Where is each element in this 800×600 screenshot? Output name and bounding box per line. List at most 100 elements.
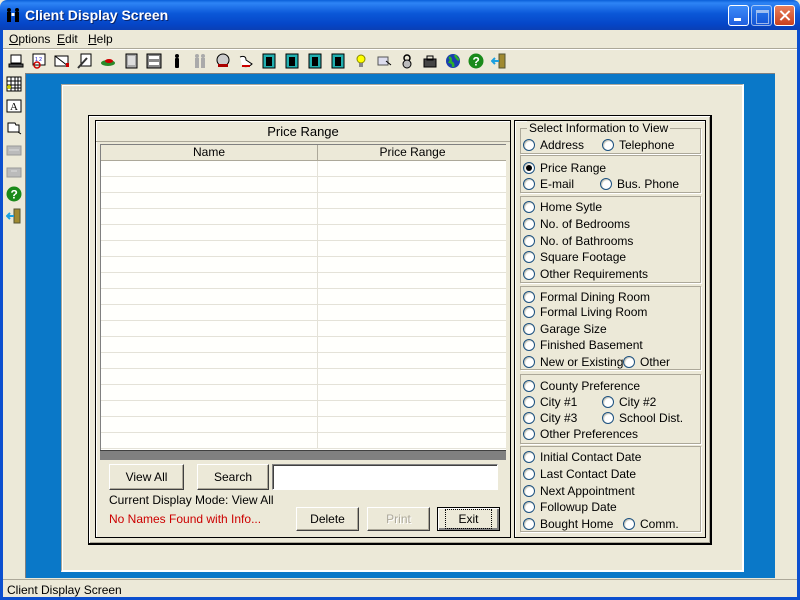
help-icon[interactable]: ?	[5, 185, 23, 203]
search-button[interactable]: Search	[197, 464, 269, 490]
table-row[interactable]	[101, 401, 506, 417]
status-bar: Client Display Screen	[3, 579, 797, 597]
document-icon[interactable]	[122, 52, 140, 70]
radio-address[interactable]: Address	[523, 138, 584, 152]
menu-help[interactable]: Help	[88, 32, 113, 46]
radio-other-preferences[interactable]: Other Preferences	[523, 427, 638, 441]
radio-formal-living-room[interactable]: Formal Living Room	[523, 305, 647, 319]
menu-edit[interactable]: Edit	[57, 32, 78, 46]
computer-icon[interactable]	[7, 52, 25, 70]
lightbulb-icon[interactable]	[352, 52, 370, 70]
maximize-button[interactable]	[751, 5, 772, 26]
view-all-button[interactable]: View All	[109, 464, 184, 490]
radio-comm[interactable]: Comm.	[623, 517, 679, 531]
radio-no-of-bedrooms[interactable]: No. of Bedrooms	[523, 217, 630, 231]
cell-name	[101, 433, 318, 448]
table-row[interactable]	[101, 241, 506, 257]
radio-city-2[interactable]: City #2	[602, 395, 656, 409]
radio-next-appointment[interactable]: Next Appointment	[523, 484, 635, 498]
radio-city-1[interactable]: City #1	[523, 395, 577, 409]
minimize-button[interactable]	[728, 5, 749, 26]
radio-other-requirements[interactable]: Other Requirements	[523, 267, 648, 281]
column-header-name[interactable]: Name	[101, 145, 318, 161]
radio-formal-dining-room[interactable]: Formal Dining Room	[523, 290, 650, 304]
table-row[interactable]	[101, 225, 506, 241]
column-header-price-range[interactable]: Price Range	[318, 145, 506, 161]
svg-text:?: ?	[11, 188, 18, 202]
globe-icon[interactable]	[444, 52, 462, 70]
radio-city-3[interactable]: City #3	[523, 411, 577, 425]
briefcase-icon[interactable]	[421, 52, 439, 70]
help-icon[interactable]: ?	[467, 52, 485, 70]
radio-circle-icon	[523, 451, 535, 463]
radio-bought-home[interactable]: Bought Home	[523, 517, 613, 531]
radio-telephone[interactable]: Telephone	[602, 138, 674, 152]
hand-icon[interactable]	[237, 52, 255, 70]
table-row[interactable]	[101, 177, 506, 193]
table-row[interactable]	[101, 321, 506, 337]
radio-other[interactable]: Other	[623, 355, 670, 369]
radio-e-mail[interactable]: E-mail	[523, 177, 574, 191]
table-row[interactable]	[101, 289, 506, 305]
search-input[interactable]	[272, 464, 498, 490]
building-icon[interactable]	[329, 52, 347, 70]
table-row[interactable]	[101, 193, 506, 209]
radio-home-sytle[interactable]: Home Sytle	[523, 200, 602, 214]
menu-options[interactable]: Options	[9, 32, 50, 46]
cell-name	[101, 177, 318, 192]
table-row[interactable]	[101, 257, 506, 273]
house-icon[interactable]	[214, 52, 232, 70]
client-grid[interactable]: Name Price Range	[100, 144, 506, 450]
table-row[interactable]	[101, 337, 506, 353]
building-icon[interactable]	[306, 52, 324, 70]
table-row[interactable]	[101, 209, 506, 225]
envelope-icon[interactable]	[53, 52, 71, 70]
table-row[interactable]	[101, 273, 506, 289]
table-row[interactable]	[101, 433, 506, 449]
table-row[interactable]	[101, 305, 506, 321]
money-icon[interactable]	[99, 52, 117, 70]
lock-icon[interactable]	[398, 52, 416, 70]
radio-label: Bus. Phone	[617, 177, 680, 191]
radio-square-footage[interactable]: Square Footage	[523, 250, 626, 264]
table-row[interactable]	[101, 161, 506, 177]
radio-label: Square Footage	[540, 250, 627, 264]
building-icon[interactable]	[260, 52, 278, 70]
map-icon[interactable]	[375, 52, 393, 70]
folder-icon[interactable]	[5, 119, 23, 137]
radio-followup-date[interactable]: Followup Date	[523, 500, 617, 514]
radio-no-of-bathrooms[interactable]: No. of Bathrooms	[523, 234, 633, 248]
radio-initial-contact-date[interactable]: Initial Contact Date	[523, 450, 641, 464]
notepad-icon[interactable]	[76, 52, 94, 70]
radio-circle-icon	[602, 412, 614, 424]
person-icon[interactable]	[168, 52, 186, 70]
radio-price-range[interactable]: Price Range	[523, 161, 606, 175]
radio-label: Finished Basement	[540, 338, 643, 352]
status-bar-text: Client Display Screen	[7, 583, 122, 597]
fax-icon[interactable]	[145, 52, 163, 70]
exit-button[interactable]: Exit	[437, 507, 500, 531]
building-icon[interactable]	[283, 52, 301, 70]
table-row[interactable]	[101, 369, 506, 385]
radio-last-contact-date[interactable]: Last Contact Date	[523, 467, 636, 481]
radio-bus-phone[interactable]: Bus. Phone	[600, 177, 679, 191]
radio-garage-size[interactable]: Garage Size	[523, 322, 607, 336]
radio-new-or-existing[interactable]: New or Existing	[523, 355, 623, 369]
table-row[interactable]	[101, 385, 506, 401]
radio-county-preference[interactable]: County Preference	[523, 379, 640, 393]
grid-icon[interactable]	[5, 75, 23, 93]
table-row[interactable]	[101, 353, 506, 369]
close-button[interactable]	[774, 5, 795, 26]
cell-price-range	[318, 209, 506, 224]
delete-button[interactable]: Delete	[296, 507, 359, 531]
exit-door-icon[interactable]	[490, 52, 508, 70]
calendar-icon[interactable]: 1 2	[30, 52, 48, 70]
radio-finished-basement[interactable]: Finished Basement	[523, 338, 643, 352]
cell-price-range	[318, 273, 506, 288]
exit-door-icon[interactable]	[5, 207, 23, 225]
title-bar[interactable]: Client Display Screen	[0, 0, 800, 30]
table-row[interactable]	[101, 417, 506, 433]
text-icon[interactable]: A	[5, 97, 23, 115]
cell-price-range	[318, 385, 506, 400]
radio-school-dist[interactable]: School Dist.	[602, 411, 683, 425]
